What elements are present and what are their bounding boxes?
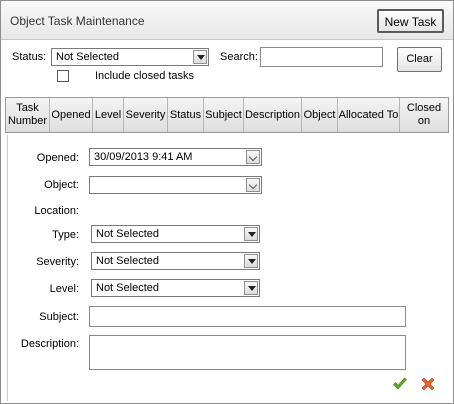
chevron-down-icon xyxy=(246,178,260,192)
severity-select[interactable]: Not Selected xyxy=(91,252,260,270)
subject-label: Subject: xyxy=(39,311,79,323)
include-closed-label: Include closed tasks xyxy=(95,70,195,82)
level-label: Level: xyxy=(49,283,79,295)
search-label: Search: xyxy=(220,51,258,63)
object-label: Object: xyxy=(44,179,79,191)
task-maintenance-window: Object Task Maintenance New Task Status:… xyxy=(0,0,454,404)
x-icon[interactable] xyxy=(420,376,436,392)
chevron-down-icon xyxy=(244,281,258,295)
column-subject[interactable]: Subject xyxy=(204,98,244,132)
chevron-down-icon xyxy=(244,254,258,268)
type-label: Type: xyxy=(52,229,79,241)
clear-button[interactable]: Clear xyxy=(397,47,442,72)
opened-label: Opened: xyxy=(36,152,79,164)
object-select[interactable] xyxy=(89,176,262,194)
search-input[interactable] xyxy=(260,47,383,67)
status-select-value: Not Selected xyxy=(56,51,119,63)
column-task-number[interactable]: Task Number xyxy=(6,98,50,132)
column-opened[interactable]: Opened xyxy=(50,98,93,132)
title-bar: Object Task Maintenance New Task xyxy=(1,1,453,40)
type-select[interactable]: Not Selected xyxy=(91,225,260,243)
column-severity[interactable]: Severity xyxy=(124,98,168,132)
type-value: Not Selected xyxy=(96,228,159,240)
status-select[interactable]: Not Selected xyxy=(51,48,209,66)
check-icon[interactable] xyxy=(392,376,408,392)
location-label: Location: xyxy=(34,205,79,217)
column-level[interactable]: Level xyxy=(93,98,124,132)
opened-value: 30/09/2013 9:41 AM xyxy=(94,151,193,163)
level-select[interactable]: Not Selected xyxy=(91,279,260,297)
severity-label: Severity: xyxy=(36,256,79,268)
chevron-down-icon xyxy=(193,50,207,64)
description-label: Description: xyxy=(20,338,79,350)
task-grid-header: Task Number Opened Level Severity Status… xyxy=(5,97,449,133)
window-title: Object Task Maintenance xyxy=(10,14,145,28)
severity-value: Not Selected xyxy=(96,255,159,267)
column-description[interactable]: Description xyxy=(244,98,302,132)
column-allocated-to[interactable]: Allocated To xyxy=(338,98,400,132)
chevron-down-icon xyxy=(246,150,260,164)
opened-datetime-picker[interactable]: 30/09/2013 9:41 AM xyxy=(89,148,262,166)
new-task-button[interactable]: New Task xyxy=(377,9,444,33)
column-closed-on[interactable]: Closed on xyxy=(400,98,448,132)
level-value: Not Selected xyxy=(96,282,159,294)
status-label: Status: xyxy=(12,51,47,63)
description-textarea[interactable] xyxy=(89,335,406,370)
column-status[interactable]: Status xyxy=(168,98,204,132)
chevron-down-icon xyxy=(244,227,258,241)
include-closed-checkbox[interactable] xyxy=(57,70,69,82)
subject-input[interactable] xyxy=(89,306,406,327)
column-object[interactable]: Object xyxy=(302,98,338,132)
